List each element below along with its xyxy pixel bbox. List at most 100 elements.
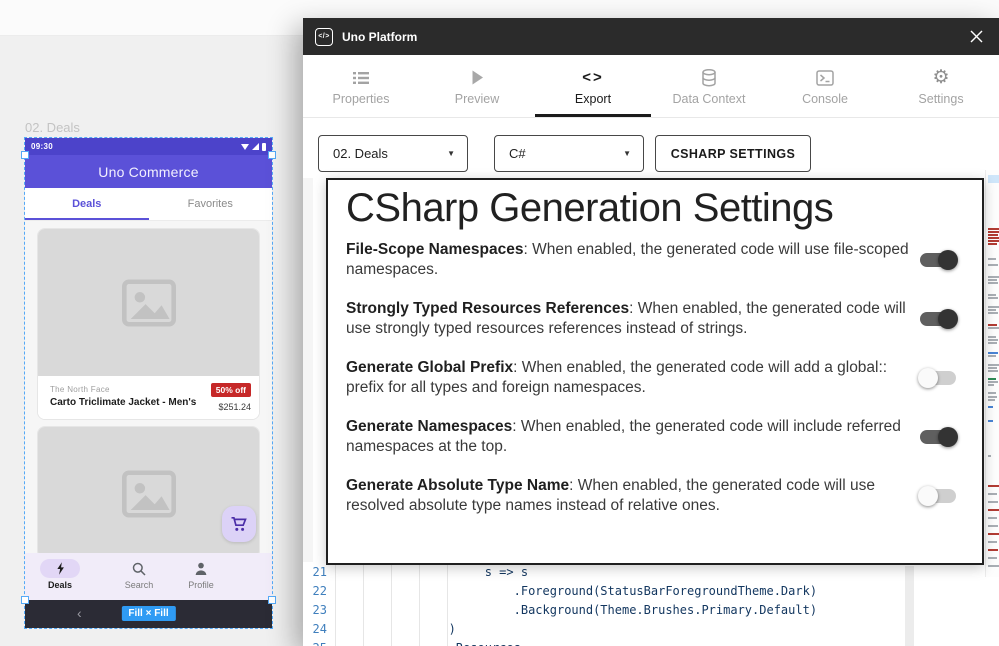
signal-icon (252, 143, 259, 150)
phone-tab-bar: Deals Favorites (25, 188, 272, 221)
code-line: 24 ) (303, 619, 903, 638)
chevron-down-icon: ▼ (437, 149, 455, 158)
person-icon (194, 562, 208, 576)
phone-artboard[interactable]: 09:30 Uno Commerce Deals Favorites The N… (25, 138, 272, 628)
nav-label: Profile (188, 580, 214, 590)
code-text: ) (333, 622, 456, 636)
setting-name: Generate Absolute Type Name (346, 477, 569, 494)
setting-name: Generate Namespaces (346, 418, 512, 435)
setting-row-generate-namespaces: Generate Namespaces: When enabled, the g… (346, 417, 962, 457)
toggle-generate-namespaces[interactable] (920, 430, 956, 444)
tab-data-context[interactable]: Data Context (651, 55, 767, 117)
setting-name: File-Scope Namespaces (346, 241, 523, 258)
selection-handle[interactable] (21, 596, 29, 604)
play-icon (471, 67, 484, 89)
line-number: 24 (303, 622, 333, 636)
setting-description: Generate Global Prefix: When enabled, th… (346, 358, 920, 398)
back-chevron-icon[interactable]: ‹ (77, 605, 82, 621)
setting-name: Strongly Typed Resources References (346, 300, 629, 317)
code-badge-icon: </> (315, 28, 333, 46)
toggle-knob (918, 368, 938, 388)
status-time: 09:30 (31, 142, 53, 151)
phone-tab-deals[interactable]: Deals (25, 188, 149, 220)
nav-item-deals[interactable]: Deals (38, 559, 82, 590)
nav-item-profile[interactable]: Profile (179, 559, 223, 590)
database-icon (701, 67, 717, 89)
tab-label: Export (575, 92, 611, 106)
toggle-strongly-typed-resources[interactable] (920, 312, 956, 326)
gear-icon: ⚙ (932, 67, 949, 89)
phone-tab-favorites[interactable]: Favorites (149, 188, 273, 220)
tab-label: Console (802, 92, 848, 106)
close-icon (970, 30, 983, 43)
artboard-label[interactable]: 02. Deals (25, 120, 80, 135)
screen-select-value: 02. Deals (333, 146, 388, 161)
tab-settings[interactable]: ⚙ Settings (883, 55, 999, 117)
editor-minimap[interactable] (985, 170, 999, 577)
line-number: 21 (303, 565, 333, 579)
close-button[interactable] (965, 26, 987, 48)
product-card[interactable]: The North Face Carto Triclimate Jacket -… (37, 228, 260, 420)
tab-label: Properties (333, 92, 390, 106)
image-placeholder-icon (121, 470, 177, 518)
tab-export[interactable]: <> Export (535, 55, 651, 117)
phone-content: The North Face Carto Triclimate Jacket -… (25, 221, 272, 553)
nav-active-pill (40, 559, 80, 578)
line-number: 22 (303, 584, 333, 598)
lightning-icon (56, 562, 65, 575)
product-image-placeholder (38, 229, 259, 376)
android-system-bar: ‹ Fill × Fill (25, 600, 272, 628)
toggle-generate-absolute-type-name[interactable] (920, 489, 956, 503)
toggle-file-scope-namespaces[interactable] (920, 253, 956, 267)
dialog-title: CSharp Generation Settings (346, 186, 962, 231)
toggle-knob (938, 250, 958, 270)
screen-select-dropdown[interactable]: 02. Deals ▼ (318, 135, 468, 172)
code-line: 25 Resources (303, 638, 903, 646)
line-number: 23 (303, 603, 333, 617)
tab-preview[interactable]: Preview (419, 55, 535, 117)
toggle-generate-global-prefix[interactable] (920, 371, 956, 385)
tab-console[interactable]: Console (767, 55, 883, 117)
toggle-knob (938, 427, 958, 447)
tab-label: Settings (918, 92, 963, 106)
window-title-bar[interactable]: </> Uno Platform (303, 18, 999, 55)
tab-properties[interactable]: Properties (303, 55, 419, 117)
setting-description: Generate Absolute Type Name: When enable… (346, 476, 920, 516)
product-info: The North Face Carto Triclimate Jacket -… (38, 376, 259, 420)
language-select-value: C# (509, 146, 526, 161)
product-price: $251.24 (218, 402, 251, 412)
code-text: Resources (333, 641, 521, 646)
setting-row-file-scope-namespaces: File-Scope Namespaces: When enabled, the… (346, 240, 962, 280)
code-icon: <> (582, 67, 604, 89)
code-line: 23 .Background(Theme.Brushes.Primary.Def… (303, 600, 903, 619)
image-placeholder-icon (121, 279, 177, 327)
code-text: .Background(Theme.Brushes.Primary.Defaul… (333, 603, 817, 617)
cart-fab-button[interactable] (222, 506, 256, 542)
nav-item-search[interactable]: Search (117, 559, 161, 590)
csharp-settings-button[interactable]: CSHARP SETTINGS (655, 135, 811, 172)
main-tab-bar: Properties Preview <> Export Data Contex… (303, 55, 999, 118)
setting-name: Generate Global Prefix (346, 359, 513, 376)
cart-icon (231, 517, 247, 532)
language-select-dropdown[interactable]: C# ▼ (494, 135, 644, 172)
code-editor[interactable]: 21 s => s 22 .Foreground(StatusBarForegr… (303, 562, 903, 646)
setting-description: Generate Namespaces: When enabled, the g… (346, 417, 920, 457)
code-text: s => s (333, 565, 528, 579)
selection-handle[interactable] (268, 596, 276, 604)
product-brand: The North Face (50, 385, 110, 394)
csharp-settings-dialog: CSharp Generation Settings File-Scope Na… (326, 178, 984, 565)
nav-label: Deals (48, 580, 72, 590)
status-icons (241, 143, 266, 151)
app-title: Uno Commerce (98, 164, 198, 180)
editor-scrollbar[interactable] (905, 566, 914, 646)
setting-row-generate-absolute-type-name: Generate Absolute Type Name: When enable… (346, 476, 962, 516)
search-icon (132, 562, 146, 576)
selection-handle[interactable] (268, 151, 276, 159)
list-icon (353, 67, 369, 89)
code-line: 22 .Foreground(StatusBarForegroundTheme.… (303, 581, 903, 600)
export-toolbar: 02. Deals ▼ C# ▼ CSHARP SETTINGS (303, 118, 999, 180)
selection-handle[interactable] (21, 151, 29, 159)
tab-active-underline (25, 218, 149, 220)
chevron-down-icon: ▼ (613, 149, 631, 158)
tab-label: Data Context (673, 92, 746, 106)
